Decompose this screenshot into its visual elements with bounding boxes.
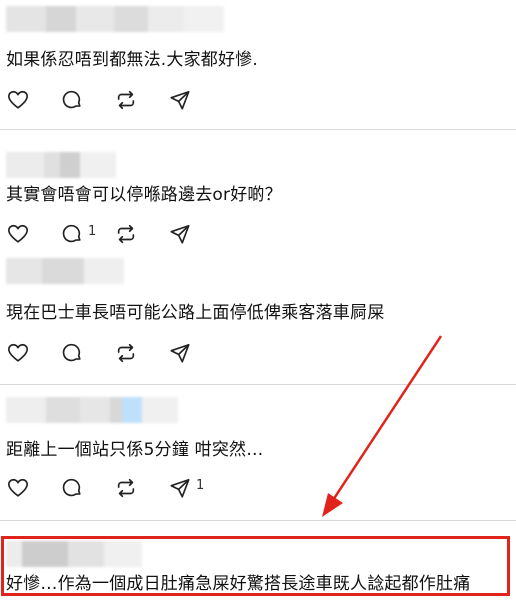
annotation-arrow — [322, 335, 443, 517]
